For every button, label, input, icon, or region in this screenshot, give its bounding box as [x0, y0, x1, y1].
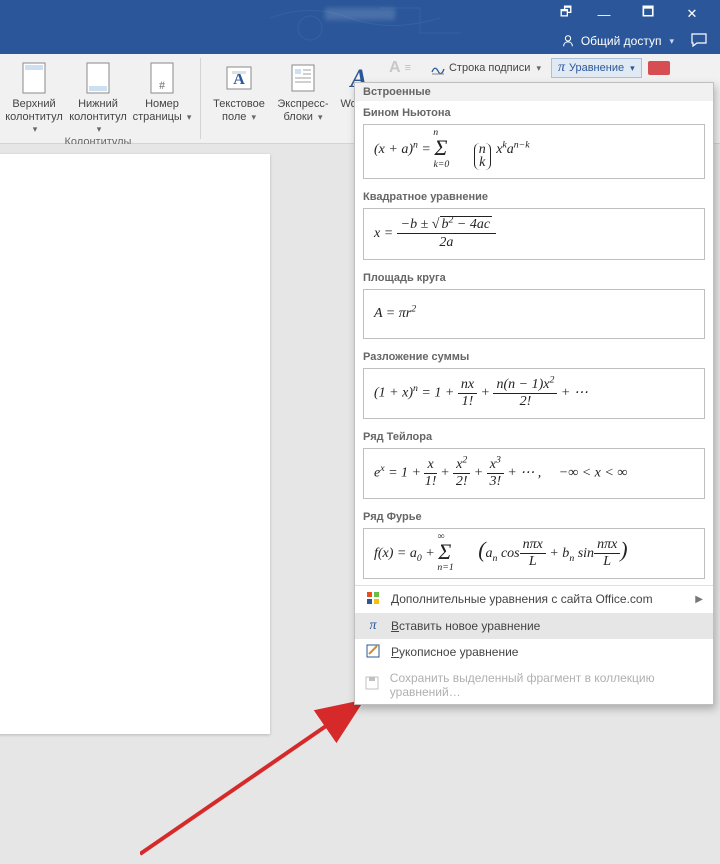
chevron-right-icon: ▶ [695, 594, 703, 605]
comments-button[interactable] [686, 33, 712, 50]
share-button[interactable]: Общий доступ ▾ [553, 32, 682, 50]
pi-icon: π [558, 60, 565, 76]
eq-label-binomial: Бином Ньютона [355, 101, 713, 122]
save-icon [365, 676, 380, 693]
textbox-icon: A [221, 60, 257, 96]
eq-label-fourier: Ряд Фурье [355, 505, 713, 526]
quick-parts-icon [285, 60, 321, 96]
textbox-button[interactable]: A Текстовоеполе ▾ [207, 58, 271, 124]
footer-icon [80, 60, 116, 96]
eq-item-quadratic[interactable]: x = −b ± √b2 − 4ac2a [363, 208, 705, 260]
share-label: Общий доступ [581, 34, 662, 48]
menu-insert-equation[interactable]: π Вставить новое уравнение [355, 613, 713, 639]
footer-button[interactable]: Нижнийколонтитул ▾ [66, 58, 130, 136]
equation-dropdown: Встроенные Бином Ньютона (x + a)n = Σk=0… [354, 82, 714, 705]
eq-item-circle-area[interactable]: A = πr2 [363, 289, 705, 339]
page-number-icon: # [144, 60, 180, 96]
ribbon-display-options[interactable]: 🗗 [550, 0, 582, 28]
signature-line-button[interactable]: Строка подписи ▾ [427, 58, 545, 78]
eq-item-sum-expansion[interactable]: (1 + x)n = 1 + nx1! + n(n − 1)x22! + ⋯ [363, 368, 705, 419]
window-close[interactable]: ✕ [670, 0, 714, 28]
header-icon [16, 60, 52, 96]
window-minimize[interactable]: — [582, 0, 626, 28]
equation-button[interactable]: π Уравнение ▾ [551, 58, 642, 78]
eq-item-taylor[interactable]: ex = 1 + x1! + x22! + x33! + ⋯ , −∞ < x … [363, 448, 705, 499]
eq-label-circle-area: Площадь круга [355, 266, 713, 287]
document-page[interactable] [0, 154, 270, 734]
dropcap-icon: A [389, 59, 401, 77]
eq-label-quadratic: Квадратное уравнение [355, 185, 713, 206]
office-icon [365, 591, 381, 608]
share-icon [561, 34, 575, 48]
signature-icon [431, 61, 445, 75]
unknown-red-button[interactable] [648, 61, 670, 75]
quick-parts-button[interactable]: Экспресс-блоки ▾ [271, 58, 335, 124]
eq-item-fourier[interactable]: f(x) = a0 + Σn=1∞ (an cosnπxL + bn sinnπ… [363, 528, 705, 579]
pi-icon: π [365, 618, 381, 634]
header-button[interactable]: Верхнийколонтитул ▾ [2, 58, 66, 136]
svg-text:#: # [159, 78, 165, 92]
eq-item-binomial[interactable]: (x + a)n = Σk=0n nk xkan−k [363, 124, 705, 179]
dropcap-button[interactable]: A ≡ [385, 58, 415, 78]
title-bar: 🗗 — 🗖 ✕ [0, 0, 720, 28]
builtin-header: Встроенные [355, 83, 713, 101]
eq-label-taylor: Ряд Тейлора [355, 425, 713, 446]
menu-ink-equation[interactable]: Рукописное уравнение [355, 639, 713, 666]
page-number-button[interactable]: # Номерстраницы ▾ [130, 58, 194, 136]
window-title-blur [325, 8, 395, 20]
window-maximize[interactable]: 🗖 [626, 0, 670, 28]
eq-label-sum-expansion: Разложение суммы [355, 345, 713, 366]
menu-more-equations[interactable]: Дополнительные уравнения с сайта Office.… [355, 586, 713, 613]
menu-save-selection: Сохранить выделенный фрагмент в коллекци… [355, 666, 713, 704]
ink-icon [365, 644, 381, 661]
